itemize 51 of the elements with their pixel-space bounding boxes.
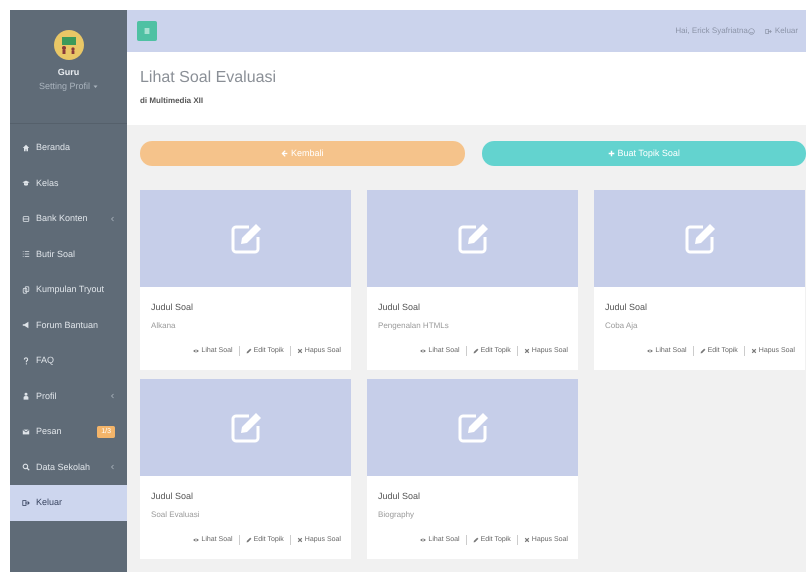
edit-square-icon — [228, 222, 262, 256]
card-title: Soal Evaluasi — [151, 508, 200, 520]
smiley-icon — [748, 28, 755, 34]
pencil-icon — [246, 536, 252, 543]
cross-icon — [296, 536, 303, 543]
logout-icon — [764, 28, 772, 34]
cross-icon — [296, 348, 303, 354]
pencil-icon — [472, 536, 479, 543]
cross-icon — [524, 536, 530, 543]
caret-icon — [93, 84, 98, 89]
sidebar-item[interactable]: Kelas — [10, 166, 127, 201]
menu-toggle-button[interactable] — [137, 21, 157, 41]
page-subtitle: di Multimedia XII — [140, 95, 204, 108]
edit-square-icon — [682, 222, 716, 256]
card-title: Alkana — [151, 320, 176, 332]
card-title: Coba Aja — [605, 320, 638, 332]
arrow-left-icon — [280, 150, 288, 157]
card-heading: Judul Soal — [378, 490, 422, 503]
user-role: Guru — [58, 66, 80, 79]
card-title: Biography — [378, 508, 416, 520]
sidebar-item[interactable]: Kumpulan Tryout — [10, 272, 127, 308]
edit-square-icon — [456, 410, 490, 444]
cross-icon — [524, 348, 530, 354]
edit-square-icon — [228, 410, 262, 444]
page-title: Lihat Soal Evaluasi — [140, 68, 278, 88]
pencil-icon — [700, 348, 706, 354]
sidebar-item[interactable]: Data Sekolah — [10, 450, 127, 485]
sidebar-item[interactable]: Forum Bantuan — [10, 308, 127, 343]
sidebar-item[interactable]: Bank Konten — [10, 201, 127, 236]
avatar-icon — [54, 30, 84, 60]
sidebar-item[interactable]: Profil — [10, 378, 127, 414]
pencil-icon — [246, 348, 252, 354]
card-heading: Judul Soal — [605, 301, 648, 314]
edit-square-icon — [456, 222, 490, 256]
sidebar-item[interactable]: Butir Soal — [10, 236, 127, 272]
eye-icon — [420, 348, 426, 354]
card-title: Pengenalan HTMLs — [378, 320, 450, 332]
card-heading: Judul Soal — [378, 301, 422, 314]
eye-icon — [193, 536, 200, 543]
user-greeting: Hai, Erick Syafriatna — [675, 25, 748, 37]
pencil-icon — [472, 348, 479, 354]
eye-icon — [193, 348, 200, 354]
sidebar-item[interactable]: FAQ — [10, 343, 127, 378]
card-heading: Judul Soal — [151, 490, 194, 503]
sidebar-item[interactable]: Beranda — [10, 130, 127, 166]
sidebar-item[interactable]: Keluar — [10, 485, 127, 520]
eye-icon — [420, 536, 426, 543]
card-heading: Judul Soal — [151, 301, 194, 314]
cross-icon — [750, 348, 757, 354]
eye-icon — [647, 348, 654, 354]
plus-icon — [608, 150, 615, 157]
